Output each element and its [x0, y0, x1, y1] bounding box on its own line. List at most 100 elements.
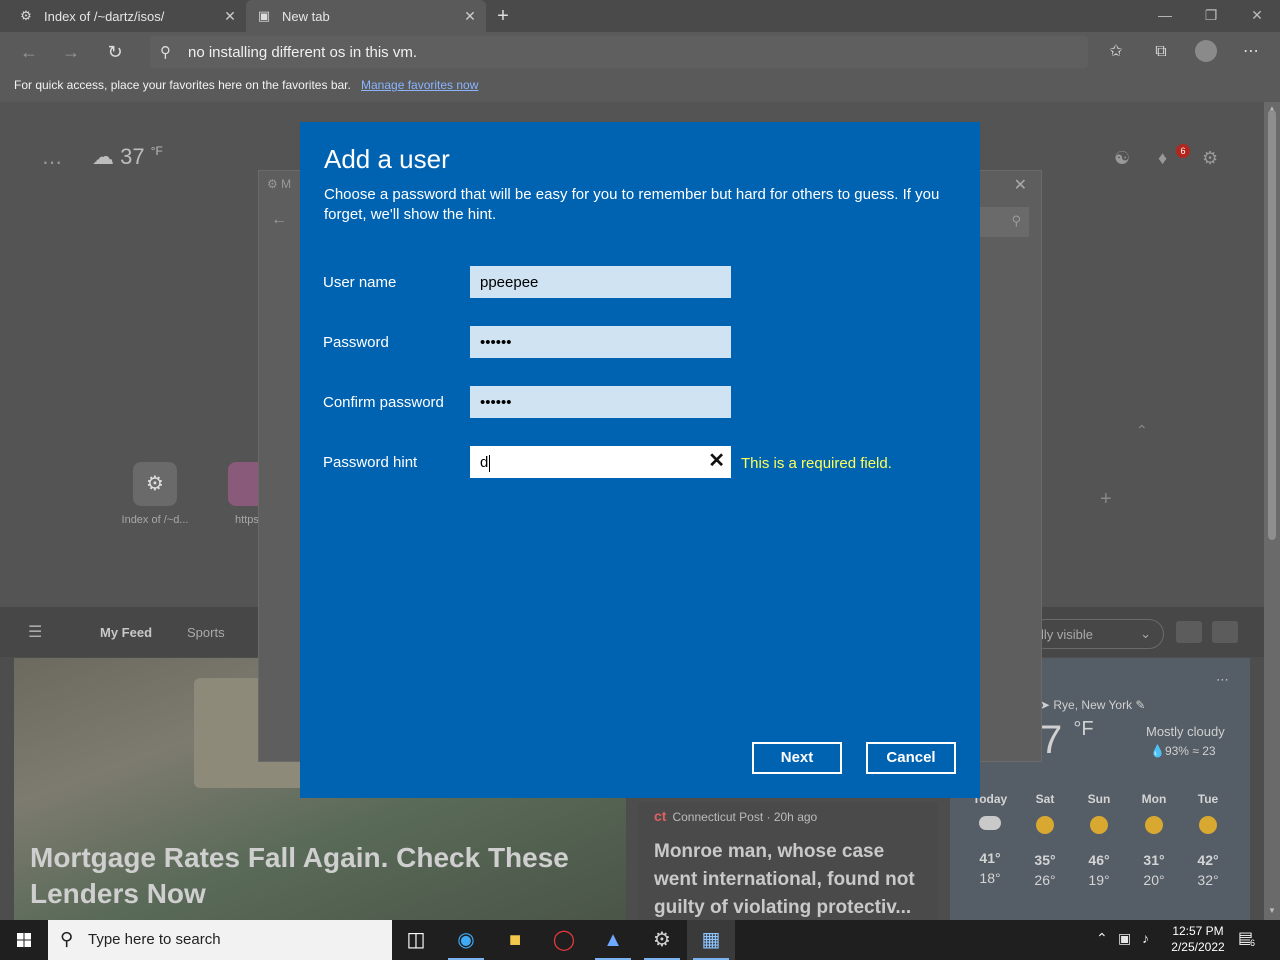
- add-quick-link-icon[interactable]: +: [1100, 488, 1112, 511]
- weather-current-temp: 7 °F: [1040, 718, 1094, 762]
- close-icon[interactable]: ✕: [1014, 175, 1027, 195]
- favorites-bar: For quick access, place your favorites h…: [0, 72, 1280, 102]
- forecast-day: Today 41° 18°: [972, 792, 1008, 886]
- username-field[interactable]: ppeepee: [470, 266, 731, 298]
- username-value: ppeepee: [480, 274, 539, 291]
- sun-icon: [1090, 816, 1108, 834]
- settings-gear-icon[interactable]: ⚙: [638, 920, 686, 960]
- action-center-icon[interactable]: ▤ 6: [1238, 928, 1256, 948]
- edge-browser-icon[interactable]: ◉: [442, 920, 490, 960]
- notification-badge: 6: [1176, 144, 1190, 158]
- password-value: ••••••: [480, 334, 512, 351]
- page-scrollbar[interactable]: ▲ ▼: [1264, 102, 1280, 920]
- news-headline: Monroe man, whose case went internationa…: [654, 841, 915, 918]
- weather-condition: Mostly cloudy: [1146, 724, 1225, 739]
- favorites-icon[interactable]: ✩: [1103, 40, 1129, 64]
- site-favicon-icon: ⚙: [133, 462, 177, 506]
- hamburger-menu-icon[interactable]: ☰: [28, 622, 42, 642]
- taskbar-search-box[interactable]: ⚲ Type here to search: [48, 920, 392, 960]
- chevron-up-icon[interactable]: ⌃: [1136, 422, 1148, 439]
- clear-text-icon[interactable]: ✕: [708, 450, 725, 472]
- weather-unit: °F: [150, 144, 163, 158]
- sun-icon: [1145, 816, 1163, 834]
- tab-bar: ⚙ Index of /~dartz/isos/ ✕ ▣ New tab ✕ +…: [0, 0, 1280, 32]
- notifications-bell-icon[interactable]: ♦: [1158, 148, 1167, 169]
- weather-cloud-icon: ☁: [92, 144, 114, 169]
- confirm-password-label: Confirm password: [323, 394, 444, 411]
- scrollbar-thumb[interactable]: [1268, 110, 1276, 540]
- publisher-logo: ct: [654, 808, 667, 824]
- new-tab-button[interactable]: +: [492, 5, 514, 27]
- start-button[interactable]: [0, 920, 48, 960]
- profile-avatar[interactable]: [1195, 40, 1217, 62]
- system-clock[interactable]: 12:57 PM 2/25/2022: [1160, 923, 1236, 955]
- windows-logo-icon: [17, 933, 31, 947]
- close-tab-icon[interactable]: ✕: [222, 8, 238, 24]
- chevron-down-icon: ⌄: [1140, 626, 1151, 641]
- search-placeholder: Type here to search: [88, 931, 221, 948]
- required-field-error: This is a required field.: [741, 455, 892, 472]
- new-tab-page-icon: ▣: [257, 8, 271, 23]
- visibility-dropdown[interactable]: lly visible ⌄: [1030, 619, 1164, 649]
- tab-sports[interactable]: Sports: [187, 625, 225, 640]
- weather-location: ➤ Rye, New York ✎: [1040, 698, 1146, 712]
- minimize-icon[interactable]: —: [1142, 0, 1188, 30]
- tab-label: New tab: [282, 8, 330, 24]
- volume-icon[interactable]: ♪: [1142, 930, 1149, 946]
- tab-new-tab[interactable]: ▣ New tab ✕: [246, 0, 486, 32]
- app-icon[interactable]: ▲: [589, 920, 637, 960]
- back-arrow-icon[interactable]: ←: [271, 211, 287, 229]
- taskbar: ⚲ Type here to search ◫ ◉ ■ ◯ ▲ ⚙ ▦ ⌃ ▣ …: [0, 920, 1280, 960]
- more-options-icon[interactable]: ⋯: [1238, 40, 1264, 64]
- forecast-day: Sat 35° 26°: [1034, 792, 1056, 888]
- manage-favorites-link[interactable]: Manage favorites now: [361, 78, 478, 92]
- cancel-button[interactable]: Cancel: [866, 742, 956, 774]
- file-explorer-icon[interactable]: ■: [491, 920, 539, 960]
- more-options-icon[interactable]: ⋯: [1216, 672, 1229, 688]
- close-window-icon[interactable]: ✕: [1234, 0, 1280, 30]
- password-field[interactable]: ••••••: [470, 326, 731, 358]
- password-label: Password: [323, 334, 389, 351]
- password-hint-value: d: [480, 454, 489, 471]
- control-panel-icon[interactable]: ▦: [687, 920, 735, 960]
- password-hint-label: Password hint: [323, 454, 418, 471]
- weather-summary[interactable]: ☁ 37 °F: [92, 144, 163, 170]
- address-text: no installing different os in this vm.: [188, 44, 418, 61]
- password-hint-field[interactable]: d ✕: [470, 446, 731, 478]
- forecast-day: Mon 31° 20°: [1141, 792, 1167, 888]
- weather-humidity: 💧93% ≈ 23: [1150, 744, 1216, 758]
- quick-link-index[interactable]: ⚙ Index of /~d...: [115, 462, 195, 526]
- address-bar[interactable]: ⚲ no installing different os in this vm.: [150, 36, 1088, 68]
- settings-gear-icon[interactable]: ⚙: [1202, 148, 1218, 169]
- scroll-down-icon[interactable]: ▼: [1264, 906, 1280, 915]
- tab-my-feed[interactable]: My Feed: [100, 625, 152, 640]
- restore-icon[interactable]: ❐: [1188, 0, 1234, 30]
- site-favicon-icon: ⚙: [20, 8, 32, 23]
- confirm-password-field[interactable]: ••••••: [470, 386, 731, 418]
- next-button[interactable]: Next: [752, 742, 842, 774]
- search-icon: ⚲: [60, 929, 74, 949]
- app-launcher-icon[interactable]: ⋯: [42, 150, 62, 175]
- network-icon[interactable]: ▣: [1118, 930, 1131, 947]
- collections-icon[interactable]: ⧉: [1148, 40, 1174, 64]
- cloud-icon: [979, 816, 1001, 830]
- close-tab-icon[interactable]: ✕: [462, 8, 478, 24]
- forward-arrow-icon[interactable]: →: [58, 40, 84, 64]
- browser-toolbar: ← → ↻ ⚲ no installing different os in th…: [0, 32, 1280, 72]
- task-view-icon[interactable]: ◫: [392, 920, 440, 960]
- visibility-label: lly visible: [1041, 627, 1094, 642]
- news-source: ct Connecticut Post · 20h ago: [654, 808, 818, 824]
- opera-browser-icon[interactable]: ◯: [540, 920, 588, 960]
- sun-icon: [1036, 816, 1054, 834]
- back-arrow-icon[interactable]: ←: [16, 40, 42, 64]
- tab-index-of-isos[interactable]: ⚙ Index of /~dartz/isos/ ✕: [8, 0, 246, 32]
- grid-layout-icon[interactable]: [1176, 621, 1202, 643]
- forecast-day: Sun 46° 19°: [1087, 792, 1111, 888]
- confirm-password-value: ••••••: [480, 394, 512, 411]
- refresh-icon[interactable]: ↻: [102, 40, 128, 64]
- list-layout-icon[interactable]: [1212, 621, 1238, 643]
- search-icon: ⚲: [160, 44, 171, 61]
- chevron-up-icon[interactable]: ⌃: [1096, 930, 1108, 947]
- rewards-icon[interactable]: ☯: [1114, 148, 1130, 169]
- news-card[interactable]: ct Connecticut Post · 20h ago Monroe man,…: [638, 802, 938, 920]
